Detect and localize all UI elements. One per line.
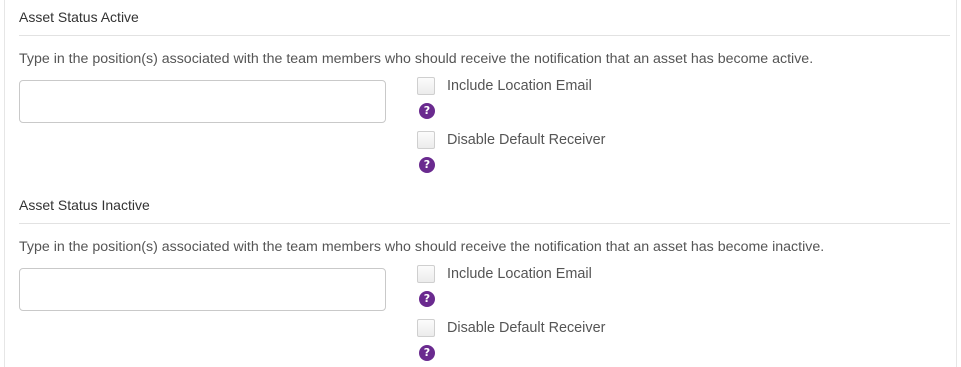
disable-default-receiver-checkbox[interactable]	[417, 319, 435, 337]
include-location-email-label: Include Location Email	[447, 78, 592, 94]
section-title: Asset Status Inactive	[19, 197, 150, 213]
notification-settings-panel: Asset Status Active Type in the position…	[4, 0, 957, 367]
disable-default-receiver-label: Disable Default Receiver	[447, 320, 606, 336]
question-circle-icon[interactable]: ?	[419, 345, 435, 361]
section-description: Type in the position(s) associated with …	[19, 51, 814, 67]
disable-default-receiver-label: Disable Default Receiver	[447, 132, 606, 148]
question-circle-icon[interactable]: ?	[419, 291, 435, 307]
section-divider	[19, 223, 950, 224]
position-input[interactable]	[19, 80, 386, 123]
disable-default-receiver-checkbox[interactable]	[417, 131, 435, 149]
question-circle-icon[interactable]: ?	[419, 157, 435, 173]
include-location-email-label: Include Location Email	[447, 266, 592, 282]
section-divider	[19, 35, 950, 36]
question-circle-icon[interactable]: ?	[419, 103, 435, 119]
section-description: Type in the position(s) associated with …	[19, 239, 825, 255]
include-location-email-checkbox[interactable]	[417, 265, 435, 283]
section-title: Asset Status Active	[19, 9, 139, 25]
position-input[interactable]	[19, 268, 386, 311]
include-location-email-checkbox[interactable]	[417, 77, 435, 95]
